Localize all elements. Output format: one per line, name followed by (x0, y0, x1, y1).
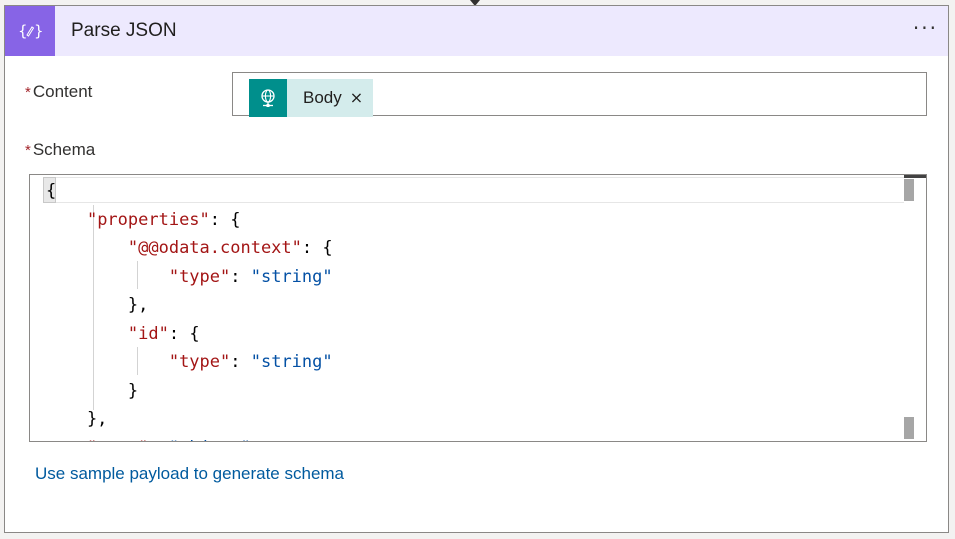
action-header[interactable]: { } Parse JSON ··· (5, 6, 948, 56)
json-punctuation (46, 210, 87, 230)
braces-pencil-icon: { } (5, 6, 55, 56)
json-punctuation (46, 238, 128, 258)
content-label: * Content (25, 82, 92, 102)
svg-text:{: { (18, 22, 28, 40)
globe-network-icon (249, 79, 287, 117)
json-string: "string" (250, 352, 333, 372)
code-line: "properties": { (46, 206, 333, 235)
required-asterisk: * (25, 84, 31, 101)
body-token-label: Body (303, 88, 342, 107)
json-key: "@@odata.context" (127, 238, 302, 258)
json-string: "string" (250, 266, 333, 287)
json-punctuation: : { (209, 209, 241, 230)
action-title: Parse JSON (71, 20, 177, 41)
json-string: "object" (169, 438, 251, 442)
schema-label-text: Schema (32, 140, 96, 159)
use-sample-payload-link[interactable]: Use sample payload to generate schema (35, 464, 344, 484)
code-line: "id": { (46, 320, 333, 349)
svg-text:}: } (34, 22, 43, 40)
code-line: "type": "string" (46, 348, 333, 377)
json-punctuation: }, (46, 295, 149, 315)
editor-scrollbar[interactable] (904, 175, 926, 441)
json-punctuation: : (230, 352, 251, 372)
json-punctuation: : (230, 266, 251, 287)
scrollbar-top-marker (904, 175, 926, 178)
json-key: "type" (87, 438, 148, 442)
schema-label: * Schema (25, 140, 95, 160)
json-punctuation: : (148, 438, 168, 442)
json-key: "type" (168, 352, 231, 372)
code-line: { (46, 177, 333, 206)
code-line: "@@odata.context": { (46, 234, 333, 263)
scrollbar-thumb[interactable] (904, 179, 914, 201)
json-punctuation (46, 438, 87, 442)
json-punctuation: } (46, 380, 139, 401)
json-punctuation (46, 324, 128, 344)
json-punctuation (46, 267, 169, 287)
json-key: "id" (127, 323, 169, 344)
more-options-icon[interactable]: ··· (913, 16, 938, 40)
content-label-text: Content (32, 82, 93, 101)
json-punctuation: }, (46, 409, 108, 429)
content-input[interactable]: Body × (232, 72, 927, 117)
json-key: "properties" (86, 209, 210, 230)
json-punctuation: : { (301, 238, 333, 258)
required-asterisk: * (25, 142, 31, 159)
json-key: "type" (168, 266, 231, 287)
code-line: }, (46, 405, 333, 434)
body-token[interactable]: Body × (249, 79, 374, 117)
schema-code: { "properties": { "@@odata.context": { "… (46, 177, 333, 442)
parse-json-action-card: { } Parse JSON ··· * Content Body × * Sc… (4, 5, 949, 533)
json-punctuation: : { (168, 323, 200, 344)
editor-gutter (30, 175, 44, 441)
code-line: "type": "object" (46, 434, 333, 442)
remove-token-icon[interactable]: × (348, 79, 373, 117)
schema-code-editor[interactable]: { "properties": { "@@odata.context": { "… (29, 174, 927, 442)
json-punctuation: { (46, 181, 57, 201)
code-line: }, (46, 291, 333, 320)
code-line: "type": "string" (46, 263, 333, 292)
code-line: } (46, 377, 333, 406)
scrollbar-thumb[interactable] (904, 417, 914, 439)
json-punctuation (46, 352, 169, 372)
